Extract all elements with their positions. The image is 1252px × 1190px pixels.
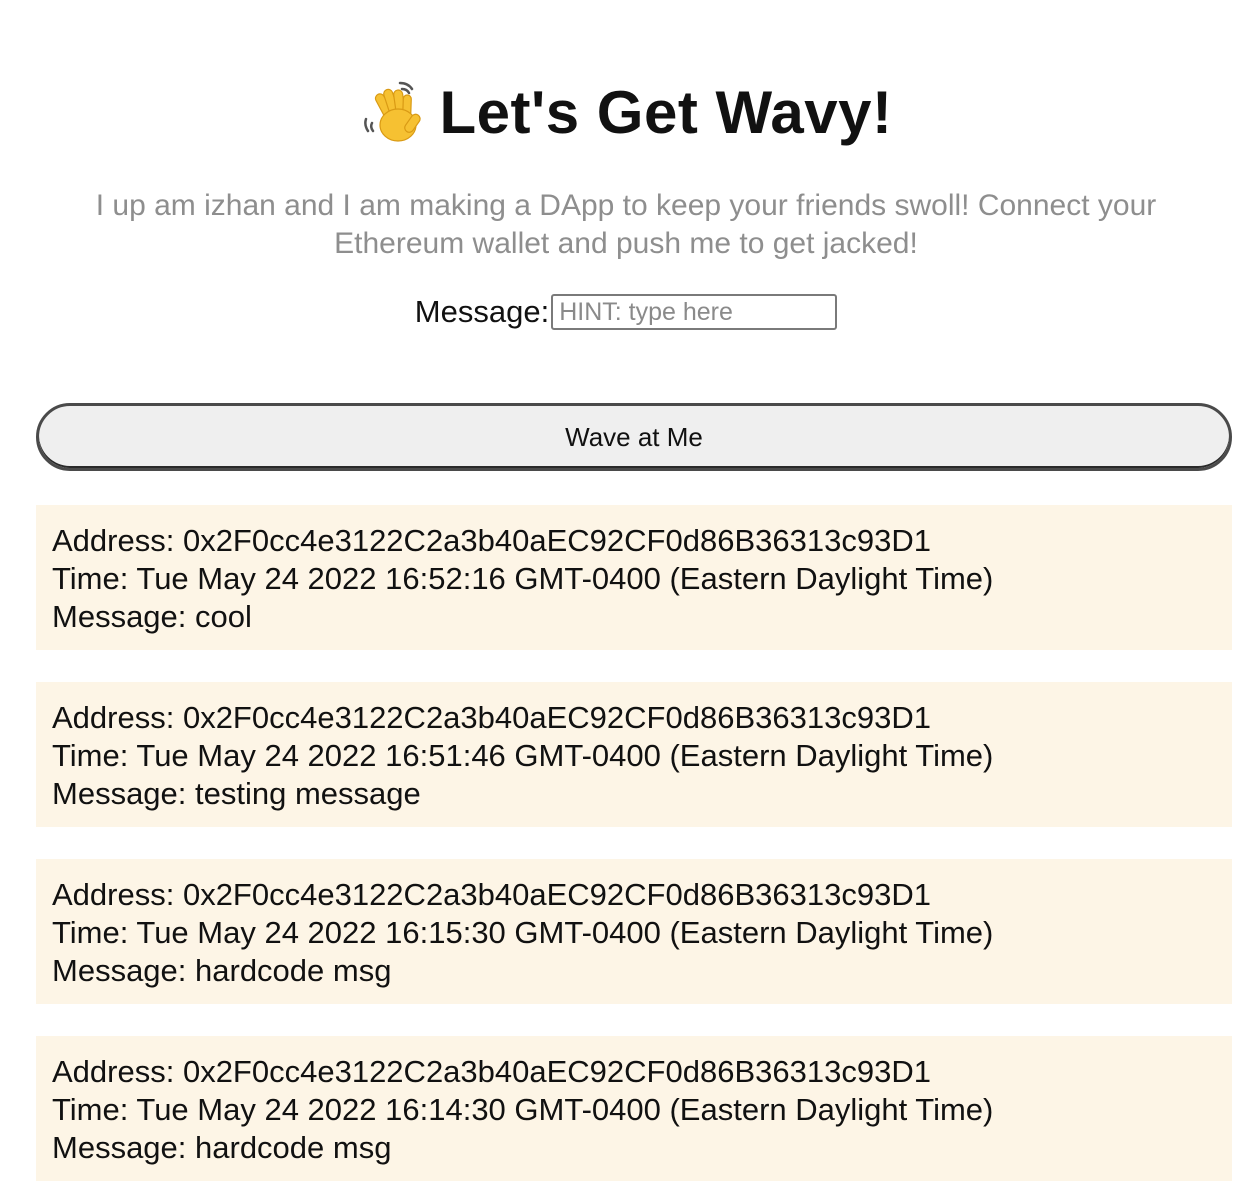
- message-input[interactable]: [551, 294, 838, 330]
- subtitle: I up am izhan and I am making a DApp to …: [95, 189, 1157, 260]
- wave-time: Time: Tue May 24 2022 16:51:46 GMT-0400 …: [52, 738, 994, 773]
- wave-time: Time: Tue May 24 2022 16:14:30 GMT-0400 …: [52, 1092, 994, 1127]
- message-form-inner: Message:: [414, 294, 838, 330]
- wave-address: Address: 0x2F0cc4e3122C2a3b40aEC92CF0d86…: [52, 523, 931, 558]
- wave-message: Message: hardcode msg: [52, 953, 392, 988]
- message-label: Message:: [414, 294, 550, 329]
- wave-address: Address: 0x2F0cc4e3122C2a3b40aEC92CF0d86…: [52, 877, 931, 912]
- wave-list: Address: 0x2F0cc4e3122C2a3b40aEC92CF0d86…: [36, 505, 1232, 1190]
- wave-message: Message: cool: [52, 599, 252, 634]
- header-inner: Let's Get Wavy!: [360, 78, 893, 147]
- wave-card: Address: 0x2F0cc4e3122C2a3b40aEC92CF0d86…: [36, 682, 1232, 827]
- page: Let's Get Wavy! I up am izhan and I am m…: [0, 0, 1252, 1190]
- wave-message: Message: hardcode msg: [52, 1130, 392, 1165]
- waving-hand-icon: [360, 79, 428, 147]
- wave-address: Address: 0x2F0cc4e3122C2a3b40aEC92CF0d86…: [52, 1054, 931, 1089]
- wave-address: Address: 0x2F0cc4e3122C2a3b40aEC92CF0d86…: [52, 700, 931, 735]
- wave-card: Address: 0x2F0cc4e3122C2a3b40aEC92CF0d86…: [36, 1036, 1232, 1181]
- wave-card: Address: 0x2F0cc4e3122C2a3b40aEC92CF0d86…: [36, 859, 1232, 1004]
- header: Let's Get Wavy!: [0, 78, 1252, 154]
- wave-card: Address: 0x2F0cc4e3122C2a3b40aEC92CF0d86…: [36, 505, 1232, 650]
- wave-message: Message: testing message: [52, 776, 421, 811]
- message-form: Message:: [0, 294, 1252, 340]
- wave-time: Time: Tue May 24 2022 16:15:30 GMT-0400 …: [52, 915, 994, 950]
- wave-time: Time: Tue May 24 2022 16:52:16 GMT-0400 …: [52, 561, 994, 596]
- page-title: Let's Get Wavy!: [439, 79, 893, 146]
- wave-at-me-button[interactable]: Wave at Me: [36, 403, 1232, 471]
